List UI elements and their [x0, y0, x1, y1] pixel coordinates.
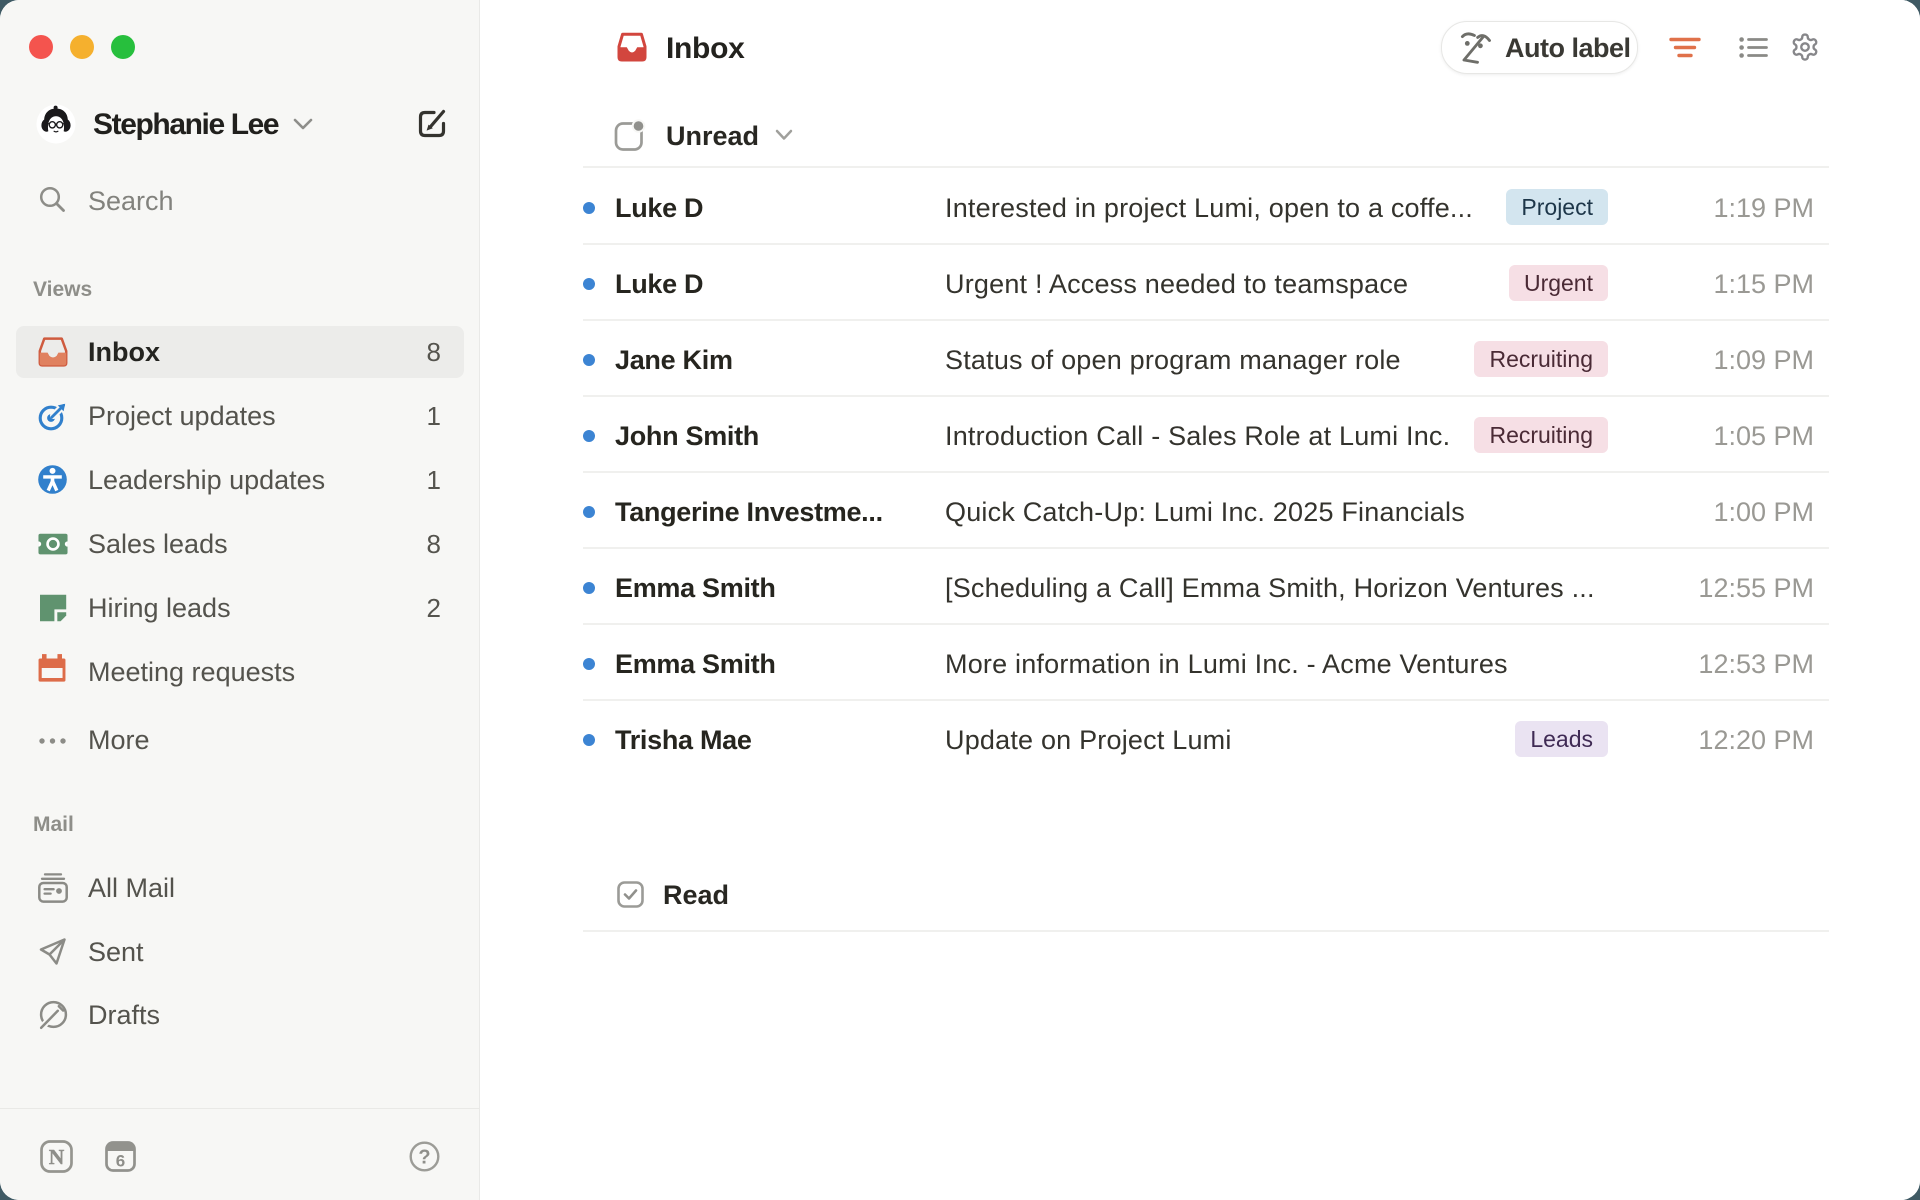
svg-text:N: N — [49, 1145, 65, 1169]
svg-text:?: ? — [418, 1147, 430, 1169]
svg-text:6: 6 — [116, 1152, 125, 1171]
